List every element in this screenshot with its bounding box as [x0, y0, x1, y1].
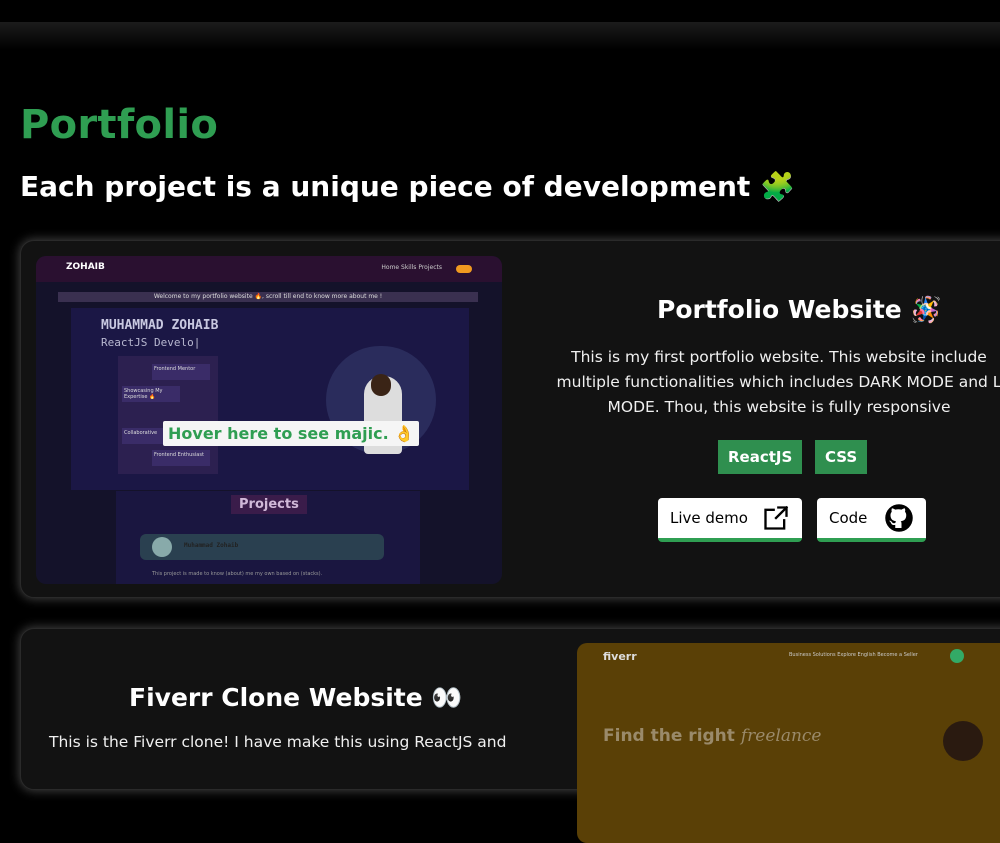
- preview-banner: Welcome to my portfolio website 🔥, scrol…: [58, 292, 478, 302]
- preview-role: ReactJS Develo|: [101, 336, 201, 349]
- hover-hint: Hover here to see majic. 👌: [163, 421, 420, 446]
- live-demo-label: Live demo: [670, 509, 748, 527]
- project-preview-image[interactable]: ZOHAIB Home Skills Projects Welcome to m…: [36, 256, 502, 584]
- preview-theme-toggle: [456, 265, 472, 273]
- top-bar-shadow: [0, 22, 1000, 50]
- code-label: Code: [829, 509, 868, 527]
- tag-reactjs: ReactJS: [718, 440, 803, 474]
- project-card-fiverr: Fiverr Clone Website 👀 This is the Fiver…: [20, 628, 1000, 843]
- description-line: MODE. Thou, this website is fully respon…: [607, 398, 951, 416]
- description-line: This is my first portfolio website. This…: [571, 348, 987, 366]
- description-line: multiple functionalities which includes …: [556, 373, 1000, 391]
- live-demo-button[interactable]: Live demo: [658, 498, 802, 542]
- section-subtitle: Each project is a unique piece of develo…: [20, 170, 795, 203]
- project-description: This is my first portfolio website. This…: [539, 345, 1000, 420]
- tag-css: CSS: [815, 440, 868, 474]
- project-title: Portfolio Website 🪅: [657, 295, 942, 324]
- preview-description: This project is made to know (about) me …: [152, 571, 323, 577]
- project-description: This is the Fiverr clone! I have make th…: [49, 733, 507, 751]
- external-link-icon: [762, 504, 790, 532]
- preview-person: [943, 721, 983, 761]
- preview-avatar: [950, 649, 964, 663]
- preview-headline-em: freelance: [740, 726, 822, 746]
- preview-user-avatar: [152, 537, 172, 557]
- section-title: Portfolio: [20, 102, 219, 148]
- preview-user-name: Muhammad Zohaib: [184, 542, 239, 549]
- preview-nav-links: Home Skills Projects: [381, 264, 442, 271]
- preview-user-card: [140, 534, 384, 560]
- github-icon: [884, 503, 914, 533]
- preview-name: MUHAMMAD ZOHAIB: [101, 318, 219, 333]
- preview-logo: fiverr: [603, 650, 637, 663]
- preview-pill: Showcasing My Expertise 🔥: [122, 386, 180, 402]
- project-preview-image[interactable]: fiverr Business Solutions Explore Englis…: [577, 643, 1000, 843]
- preview-headline: Find the right freelance: [603, 726, 822, 746]
- preview-pill: Frontend Enthusiast: [152, 450, 210, 466]
- preview-nav-links: Business Solutions Explore English Becom…: [789, 652, 918, 658]
- project-card-portfolio: ZOHAIB Home Skills Projects Welcome to m…: [20, 240, 1000, 598]
- top-bar: [0, 0, 1000, 22]
- preview-person-head: [371, 374, 391, 396]
- preview-pill: Frontend Mentor: [152, 364, 210, 380]
- preview-logo: ZOHAIB: [66, 262, 105, 272]
- preview-projects-label: Projects: [231, 495, 307, 514]
- code-button[interactable]: Code: [817, 498, 926, 542]
- project-title: Fiverr Clone Website 👀: [129, 683, 463, 712]
- preview-headline-start: Find the right: [603, 726, 741, 746]
